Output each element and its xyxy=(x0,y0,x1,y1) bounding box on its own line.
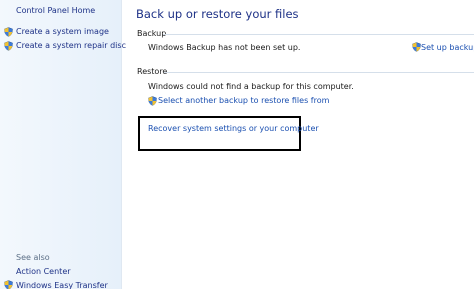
select-another-backup-link[interactable]: Select another backup to restore files f… xyxy=(158,96,329,106)
section-divider xyxy=(164,72,474,73)
shield-icon xyxy=(148,96,157,106)
action-center-link[interactable]: Action Center xyxy=(16,267,71,277)
recover-system-settings-link[interactable]: Recover system settings or your computer xyxy=(148,124,319,134)
see-also-heading: See also xyxy=(16,253,50,262)
section-divider xyxy=(163,34,474,35)
restore-section-heading: Restore xyxy=(137,67,168,76)
page-title: Back up or restore your files xyxy=(136,7,299,21)
create-system-image-link[interactable]: Create a system image xyxy=(16,27,109,37)
create-system-repair-disc-link[interactable]: Create a system repair disc xyxy=(16,41,126,51)
backup-status-text: Windows Backup has not been set up. xyxy=(148,43,301,52)
control-panel-home-link[interactable]: Control Panel Home xyxy=(16,6,95,16)
shield-icon xyxy=(4,41,13,51)
restore-status-text: Windows could not find a backup for this… xyxy=(148,82,354,91)
set-up-backup-link[interactable]: Set up backup xyxy=(421,43,474,53)
shield-icon xyxy=(412,42,421,52)
shield-icon xyxy=(4,27,13,37)
backup-section-heading: Backup xyxy=(137,29,167,38)
left-navigation-pane: Control Panel Home Create a system image… xyxy=(0,0,126,289)
shield-icon xyxy=(4,280,13,289)
windows-easy-transfer-link[interactable]: Windows Easy Transfer xyxy=(16,281,108,289)
